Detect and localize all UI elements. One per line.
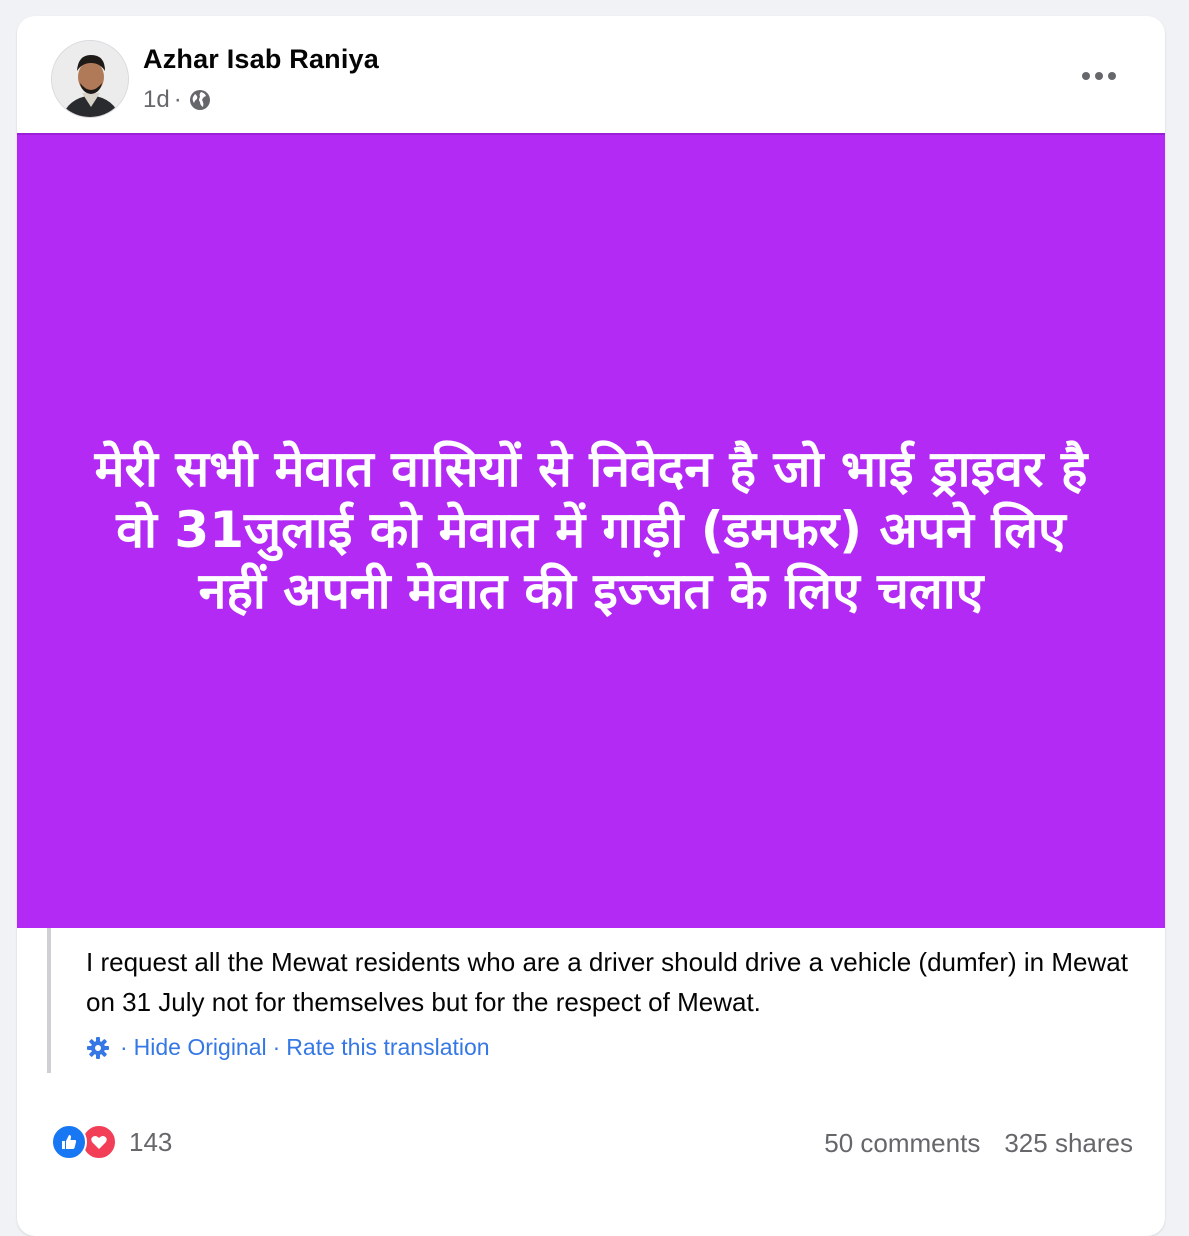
avatar[interactable] xyxy=(51,40,129,118)
shares-count-link[interactable]: 325 shares xyxy=(1004,1128,1133,1159)
globe-icon xyxy=(188,88,212,112)
more-options-button[interactable] xyxy=(1075,56,1123,96)
post-timestamp[interactable]: 1d xyxy=(143,86,170,114)
hide-original-link[interactable]: Hide Original xyxy=(134,1034,267,1061)
post-card: Azhar Isab Raniya 1d · मेरी सभी मेवात वा… xyxy=(17,16,1165,1236)
action-separator: · xyxy=(272,1034,281,1060)
translation-actions: · Hide Original · Rate this translation xyxy=(86,1034,1137,1061)
gear-icon[interactable] xyxy=(86,1036,110,1060)
post-header: Azhar Isab Raniya 1d · xyxy=(17,16,1165,133)
reactions-summary[interactable]: 143 xyxy=(51,1124,172,1160)
more-horizontal-icon xyxy=(1082,72,1116,80)
action-separator: · xyxy=(120,1034,128,1060)
like-icon xyxy=(51,1124,87,1160)
rate-translation-link[interactable]: Rate this translation xyxy=(286,1034,489,1061)
translation-text: I request all the Mewat residents who ar… xyxy=(86,947,1128,1017)
meta-separator: · xyxy=(173,86,182,113)
reaction-count: 143 xyxy=(129,1126,173,1157)
comments-count-link[interactable]: 50 comments xyxy=(824,1128,980,1159)
post-stats: 143 50 comments 325 shares xyxy=(17,1116,1165,1176)
post-meta: 1d · xyxy=(143,86,212,114)
banner-text: मेरी सभी मेवात वासियों से निवेदन है जो भ… xyxy=(94,440,1088,620)
translation-block: I request all the Mewat residents who ar… xyxy=(47,928,1137,1073)
author-name[interactable]: Azhar Isab Raniya xyxy=(143,44,379,75)
engagement-counts: 50 comments 325 shares xyxy=(824,1128,1133,1159)
post-text-banner: मेरी सभी मेवात वासियों से निवेदन है जो भ… xyxy=(17,133,1165,928)
avatar-image xyxy=(52,41,128,117)
